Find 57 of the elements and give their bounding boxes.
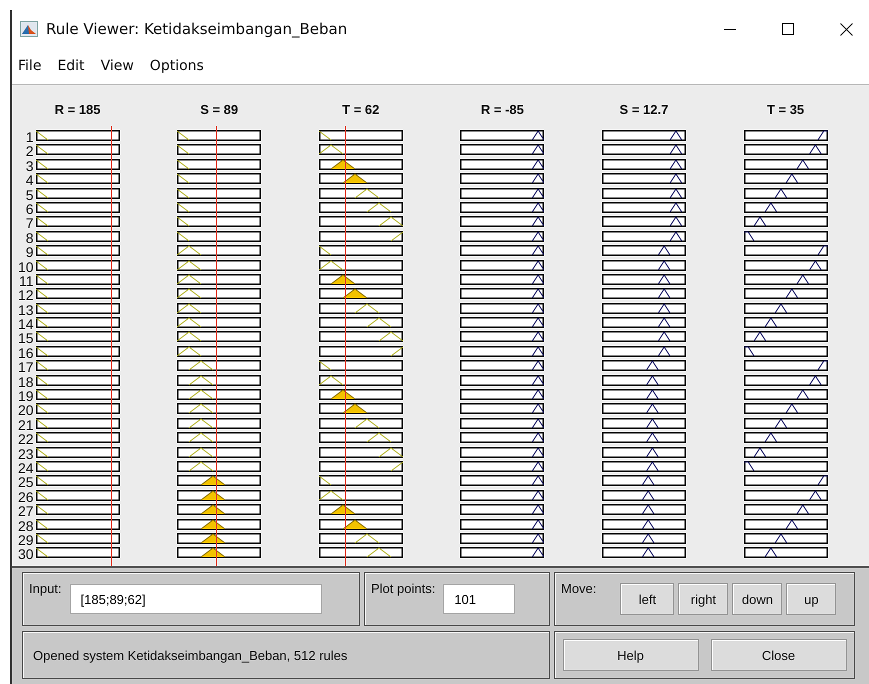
rule-number: 23 — [18, 446, 35, 461]
rule-number: 25 — [18, 475, 35, 490]
rule-number: 15 — [18, 331, 35, 346]
rule-number: 19 — [18, 389, 35, 404]
rule-number: 7 — [26, 216, 35, 231]
window-title: Rule Viewer: Ketidakseimbangan_Beban — [46, 20, 348, 38]
plot-points-label: Plot points: — [371, 581, 436, 596]
menu-item[interactable]: Options — [150, 58, 204, 74]
rule-number: 3 — [26, 158, 35, 174]
maximize-icon — [782, 23, 794, 35]
rule-number: 12 — [18, 288, 35, 303]
menu-item[interactable]: Edit — [57, 58, 85, 74]
rule-number: 26 — [18, 490, 35, 504]
rule-number: 27 — [18, 504, 35, 519]
variable-title: T = 62 — [342, 101, 380, 119]
rule-number: 22 — [18, 432, 35, 447]
variable-title: S = 89 — [200, 101, 238, 119]
rule-number: 8 — [26, 230, 35, 246]
rule-number: 9 — [26, 245, 35, 260]
close-icon — [840, 22, 852, 36]
move-label: Move: — [561, 581, 596, 596]
rule-number: 1 — [26, 130, 35, 144]
rule-number: 4 — [26, 173, 35, 188]
rule-number: 18 — [18, 374, 35, 390]
move-button[interactable]: right — [678, 583, 728, 615]
close-window-button[interactable]: Close — [710, 639, 846, 671]
minimize-icon — [724, 28, 736, 30]
rule-number: 14 — [18, 317, 35, 332]
rule-number: 17 — [18, 360, 35, 375]
move-button[interactable]: left — [620, 583, 674, 615]
rule-number: 21 — [18, 418, 35, 432]
rule-number: 30 — [18, 547, 35, 562]
variable-title: S = 12.7 — [620, 101, 668, 119]
rule-number: 13 — [18, 302, 35, 318]
rule-number: 2 — [26, 144, 35, 159]
variable-title: T = 35 — [766, 101, 804, 119]
move-button[interactable]: up — [786, 583, 836, 615]
help-button[interactable]: Help — [562, 639, 698, 671]
rule-number: 20 — [18, 403, 35, 418]
rule-number: 16 — [18, 346, 35, 360]
menu-item[interactable]: File — [18, 58, 42, 74]
input-field[interactable]: [185;89;62] — [70, 584, 322, 614]
rule-number: 6 — [26, 202, 35, 216]
rule-number: 11 — [19, 274, 35, 288]
rule-number: 28 — [18, 518, 35, 533]
rule-number: 24 — [18, 460, 35, 476]
variable-title: R = 185 — [54, 101, 101, 119]
app-logo-icon — [20, 21, 38, 37]
rule-number: 29 — [18, 532, 35, 548]
menu-item[interactable]: View — [100, 58, 134, 74]
input-label: Input: — [29, 581, 62, 596]
rule-number: 5 — [26, 188, 35, 202]
status-message: Opened system Ketidakseimbangan_Beban, 512 rules — [32, 648, 348, 662]
rule-number: 10 — [18, 260, 35, 274]
plot-points-field[interactable]: 101 — [443, 584, 516, 614]
move-button[interactable]: down — [732, 583, 782, 615]
variable-title: R = -85 — [480, 101, 524, 119]
